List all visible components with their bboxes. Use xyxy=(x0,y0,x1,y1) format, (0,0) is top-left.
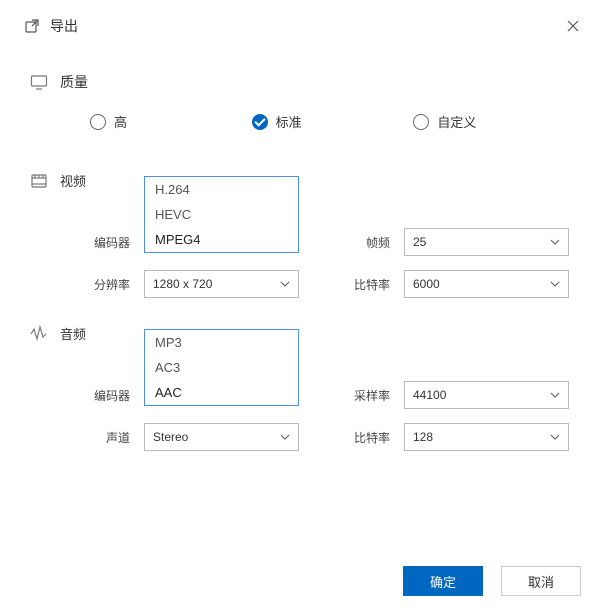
radio-label: 标准 xyxy=(276,112,302,131)
radio-icon-selected xyxy=(252,114,268,130)
video-encoder-option[interactable]: H.264 xyxy=(145,177,298,202)
radio-label: 高 xyxy=(114,112,127,131)
chevron-down-icon xyxy=(550,390,560,400)
audio-bitrate-label: 比特率 xyxy=(320,429,390,446)
chevron-down-icon xyxy=(280,432,290,442)
select-value: 6000 xyxy=(413,277,440,291)
audio-encoder-select[interactable]: MP3 AC3 AAC xyxy=(144,329,299,407)
audio-encoder-label: 编码器 xyxy=(60,387,130,404)
chevron-down-icon xyxy=(280,279,290,289)
radio-icon xyxy=(413,114,429,130)
audio-encoder-option[interactable]: AC3 xyxy=(145,355,298,380)
ok-button[interactable]: 确定 xyxy=(403,566,483,596)
audio-channel-select[interactable]: Stereo xyxy=(144,423,299,451)
cancel-button[interactable]: 取消 xyxy=(501,566,581,596)
video-resolution-label: 分辨率 xyxy=(60,276,130,293)
audio-bitrate-select[interactable]: 128 xyxy=(404,423,569,451)
video-resolution-select[interactable]: 1280 x 720 xyxy=(144,270,299,298)
select-value: Stereo xyxy=(153,430,188,444)
quality-radio-custom[interactable]: 自定义 xyxy=(413,112,575,131)
video-bitrate-select[interactable]: 6000 xyxy=(404,270,569,298)
export-icon xyxy=(24,18,40,34)
video-encoder-option[interactable]: HEVC xyxy=(145,202,298,227)
video-fps-label: 帧频 xyxy=(320,234,390,251)
select-value: 44100 xyxy=(413,388,446,402)
close-button[interactable] xyxy=(561,14,585,38)
radio-icon xyxy=(90,114,106,130)
quality-radio-high[interactable]: 高 xyxy=(90,112,252,131)
chevron-down-icon xyxy=(550,279,560,289)
chevron-down-icon xyxy=(550,432,560,442)
dialog-title: 导出 xyxy=(50,16,561,36)
select-value: 128 xyxy=(413,430,433,444)
quality-radio-standard[interactable]: 标准 xyxy=(252,112,414,131)
video-fps-select[interactable]: 25 xyxy=(404,228,569,256)
chevron-down-icon xyxy=(550,237,560,247)
audio-samplerate-select[interactable]: 44100 xyxy=(404,381,569,409)
audio-encoder-option[interactable]: MP3 xyxy=(145,330,298,355)
radio-label: 自定义 xyxy=(437,112,476,131)
video-bitrate-label: 比特率 xyxy=(320,276,390,293)
audio-encoder-option[interactable]: AAC xyxy=(145,380,298,405)
video-encoder-label: 编码器 xyxy=(60,234,130,251)
monitor-icon xyxy=(30,73,48,91)
ok-label: 确定 xyxy=(430,572,456,591)
quality-section-title: 质量 xyxy=(60,72,88,92)
video-encoder-select[interactable]: H.264 HEVC MPEG4 xyxy=(144,176,299,254)
video-encoder-option[interactable]: MPEG4 xyxy=(145,227,298,252)
cancel-label: 取消 xyxy=(528,572,554,591)
quality-radio-group: 高 标准 自定义 xyxy=(30,112,575,131)
select-value: 1280 x 720 xyxy=(153,277,212,291)
audio-samplerate-label: 采样率 xyxy=(320,387,390,404)
select-value: 25 xyxy=(413,235,426,249)
audio-channel-label: 声道 xyxy=(60,429,130,446)
